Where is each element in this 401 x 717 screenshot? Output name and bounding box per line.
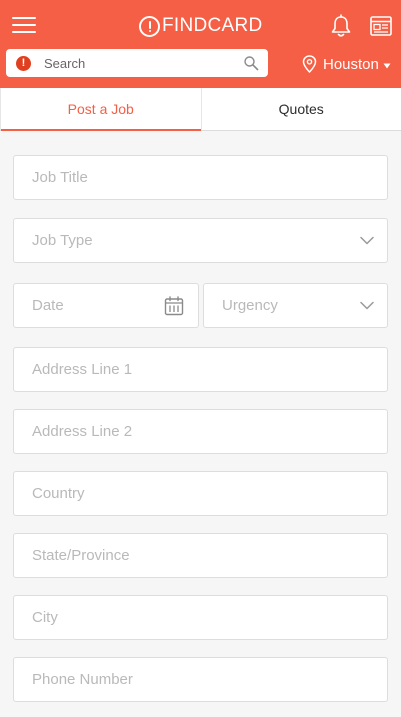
location-pin-icon <box>302 55 317 73</box>
location-selector[interactable]: Houston <box>302 52 391 76</box>
newspaper-icon[interactable] <box>370 16 392 36</box>
city-input[interactable] <box>14 596 387 639</box>
search-input[interactable] <box>44 55 243 71</box>
address-line-1-field[interactable] <box>13 347 388 392</box>
calendar-icon[interactable] <box>164 295 184 316</box>
bell-icon[interactable] <box>330 14 352 38</box>
chevron-down-icon <box>360 236 374 245</box>
job-title-field[interactable] <box>13 155 388 200</box>
address-line-2-field[interactable] <box>13 409 388 454</box>
phone-number-input[interactable] <box>14 658 387 701</box>
date-field[interactable] <box>13 283 199 328</box>
address-line-2-input[interactable] <box>14 410 387 453</box>
brand-logo: FINDCARD <box>139 13 263 39</box>
app-header: FINDCARD ! Houston <box>0 0 401 88</box>
country-field[interactable] <box>13 471 388 516</box>
state-province-field[interactable] <box>13 533 388 578</box>
search-bar[interactable]: ! <box>6 49 268 77</box>
search-icon[interactable] <box>243 55 259 71</box>
tab-post-a-job[interactable]: Post a Job <box>0 88 202 131</box>
location-label: Houston <box>323 55 379 73</box>
phone-number-field[interactable] <box>13 657 388 702</box>
country-input[interactable] <box>14 472 387 515</box>
chevron-down-icon <box>360 301 374 310</box>
state-province-input[interactable] <box>14 534 387 577</box>
tab-bar: Post a Job Quotes <box>0 88 401 131</box>
brand-name: FINDCARD <box>162 15 263 36</box>
menu-icon[interactable] <box>12 14 38 36</box>
caret-down-icon <box>383 63 391 68</box>
job-title-input[interactable] <box>14 156 387 199</box>
post-job-form: Job Type Urgency <box>0 131 401 717</box>
alert-circle-icon <box>139 15 160 37</box>
job-type-select[interactable]: Job Type <box>13 218 388 263</box>
city-field[interactable] <box>13 595 388 640</box>
urgency-select[interactable]: Urgency <box>203 283 388 328</box>
job-type-label: Job Type <box>32 232 93 249</box>
tab-quotes[interactable]: Quotes <box>202 88 401 130</box>
address-line-1-input[interactable] <box>14 348 387 391</box>
urgency-label: Urgency <box>222 297 278 314</box>
date-input[interactable] <box>14 284 164 327</box>
alert-badge-icon: ! <box>16 55 31 71</box>
